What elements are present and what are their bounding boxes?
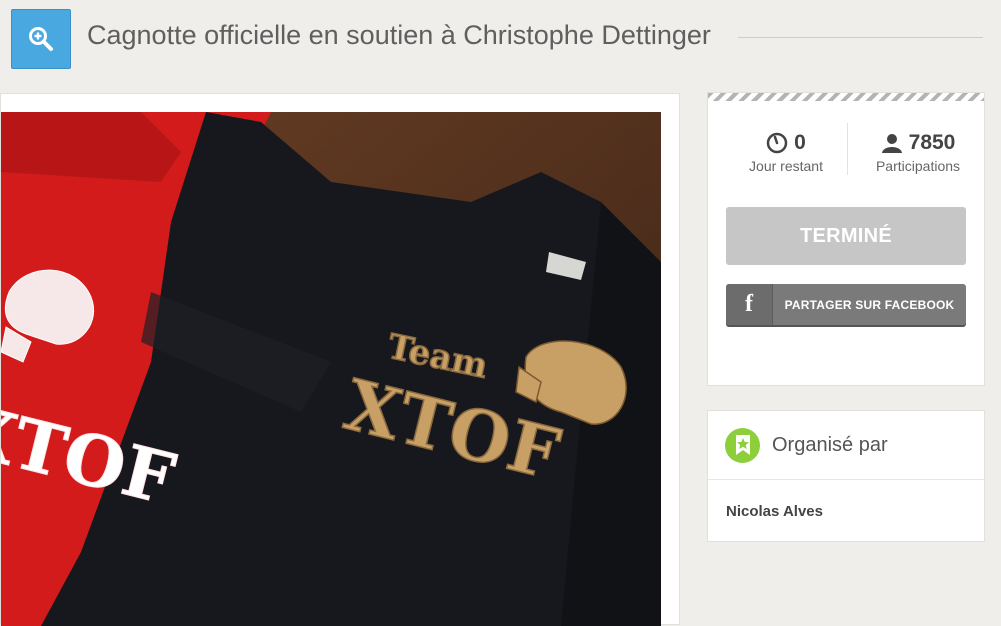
zoom-button[interactable] <box>11 9 71 69</box>
page-title: Cagnotte officielle en soutien à Christo… <box>87 20 711 50</box>
user-icon <box>881 134 902 153</box>
stats-divider <box>847 123 848 175</box>
days-value: 0 <box>794 131 806 154</box>
organiser-header: Organisé par <box>708 411 984 480</box>
organiser-heading: Organisé par <box>772 433 888 456</box>
participations-label: Participations <box>875 158 961 174</box>
days-remaining: 0 Jour restant <box>726 131 846 174</box>
facebook-icon: f <box>726 284 773 325</box>
days-label: Jour restant <box>749 158 823 174</box>
bookmark-icon <box>725 427 760 463</box>
organiser-card: Organisé par Nicolas Alves <box>707 410 985 542</box>
participations: 7850 Participations <box>858 131 978 174</box>
card-top-border <box>708 93 984 101</box>
title-divider <box>738 37 983 38</box>
clock-icon <box>766 132 788 154</box>
tshirts-image: Team XTOF XTOF <box>1 112 661 626</box>
campaign-stats-card: 0 Jour restant 7850 Participations TERMI… <box>707 92 985 386</box>
participations-value: 7850 <box>908 131 956 154</box>
zoom-in-icon <box>29 27 53 51</box>
campaign-closed-button[interactable]: TERMINÉ <box>726 207 966 265</box>
campaign-photo[interactable]: Team XTOF XTOF <box>1 112 661 626</box>
share-facebook-label: PARTAGER SUR FACEBOOK <box>784 297 955 312</box>
share-facebook-button[interactable]: f PARTAGER SUR FACEBOOK <box>726 284 966 325</box>
organiser-name[interactable]: Nicolas Alves <box>726 503 823 520</box>
media-panel: Team XTOF XTOF <box>0 93 680 626</box>
